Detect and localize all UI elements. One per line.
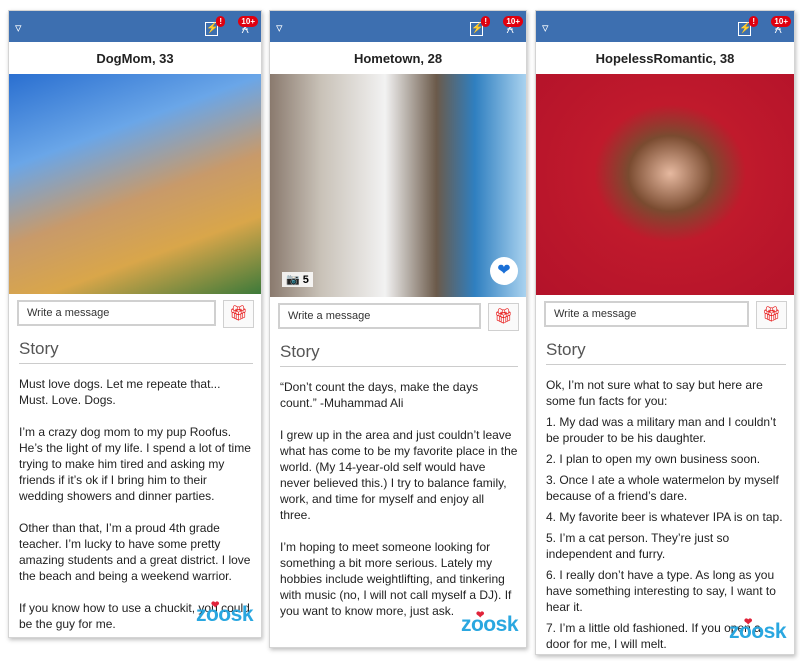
story-paragraph: 4. My favorite beer is whatever IPA is o…: [546, 510, 783, 524]
heart-icon: ❤: [743, 617, 752, 628]
message-input[interactable]: Write a message: [278, 303, 481, 329]
profile-name: HopelessRomantic, 38: [595, 51, 735, 66]
heart-icon[interactable]: ❤: [490, 257, 518, 285]
logo-text: zoosk: [460, 613, 519, 636]
heart-icon: ❤: [210, 600, 219, 611]
zoosk-logo: zoosk ❤: [728, 617, 787, 644]
story-paragraph: “Don’t count the days, make the days cou…: [280, 380, 479, 410]
logo-text: zoosk: [728, 620, 787, 643]
story-paragraph: 6. I really don’t have a type. As long a…: [546, 568, 776, 614]
profile-card: ▿ ⚡ ! ⍲ 10+ Hometown, 28 📷 5 ❤ Write a me…: [269, 10, 527, 648]
story-text: Ok, I’m not sure what to say but here ar…: [546, 377, 786, 657]
story-paragraph: 5. I’m a cat person. They’re just so ind…: [546, 531, 730, 561]
story-paragraph: Other than that, I’m a proud 4th grade t…: [19, 521, 251, 583]
message-input[interactable]: Write a message: [544, 301, 749, 327]
message-placeholder: Write a message: [27, 307, 110, 319]
story-heading: Story: [19, 339, 253, 364]
gift-icon: 🎁︎: [493, 308, 514, 325]
top-bar: ▿ ⚡ ! ⍲ 10+: [270, 11, 526, 42]
story-paragraph: I grew up in the area and just couldn’t …: [280, 428, 518, 522]
filter-icon[interactable]: ▿: [542, 20, 549, 36]
profile-name: DogMom, 33: [96, 51, 174, 66]
filter-icon[interactable]: ▿: [276, 20, 283, 36]
photo-count-value: 5: [302, 274, 309, 286]
zoosk-logo: zoosk ❤: [460, 610, 519, 637]
gift-icon: 🎁︎: [228, 305, 249, 322]
profile-card: ▿ ⚡ ! ⍲ 10+ DogMom, 33 Write a message 🎁…: [8, 10, 262, 638]
gift-button[interactable]: 🎁︎: [756, 301, 787, 329]
bell-badge: 10+: [238, 16, 258, 27]
heart-icon: ❤: [475, 610, 484, 621]
profile-name: Hometown, 28: [353, 51, 443, 66]
story-paragraph: I’m hoping to meet someone looking for s…: [280, 540, 512, 618]
notification-badge: !: [749, 16, 758, 27]
gift-button[interactable]: 🎁︎: [223, 300, 254, 328]
filter-icon[interactable]: ▿: [15, 20, 22, 36]
message-row: Write a message 🎁︎: [536, 301, 794, 329]
message-row: Write a message 🎁︎: [9, 300, 261, 328]
story-paragraph: 1. My dad was a military man and I could…: [546, 415, 777, 445]
message-input[interactable]: Write a message: [17, 300, 216, 326]
story-paragraph: Must love dogs. Let me repeate that... M…: [19, 377, 221, 407]
story-paragraph: I’m a crazy dog mom to my pup Roofus. He…: [19, 425, 251, 503]
profile-photo[interactable]: [9, 74, 261, 294]
message-placeholder: Write a message: [288, 310, 371, 322]
bell-badge: 10+: [771, 16, 791, 27]
story-paragraph: Ok, I’m not sure what to say but here ar…: [546, 378, 763, 408]
gift-button[interactable]: 🎁︎: [488, 303, 519, 331]
gift-icon: 🎁︎: [761, 306, 782, 323]
story-heading: Story: [280, 342, 518, 367]
photo-count[interactable]: 📷 5: [282, 272, 313, 287]
top-bar: ▿ ⚡ ! ⍲ 10+: [9, 11, 261, 42]
profile-photo[interactable]: 📷 5 ❤: [270, 74, 526, 297]
zoosk-logo: zoosk ❤: [195, 600, 254, 627]
story-paragraph: 3. Once I ate a whole watermelon by myse…: [546, 473, 779, 503]
message-row: Write a message 🎁︎: [270, 303, 526, 331]
logo-text: zoosk: [195, 603, 254, 626]
notification-badge: !: [216, 16, 225, 27]
message-placeholder: Write a message: [554, 308, 637, 320]
notification-badge: !: [481, 16, 490, 27]
profile-photo[interactable]: [536, 74, 794, 295]
camera-icon: 📷: [286, 274, 300, 286]
story-text: “Don’t count the days, make the days cou…: [280, 379, 518, 635]
story-paragraph: 2. I plan to open my own business soon.: [546, 452, 761, 466]
bell-badge: 10+: [503, 16, 523, 27]
top-bar: ▿ ⚡ ! ⍲ 10+: [536, 11, 794, 42]
story-heading: Story: [546, 340, 786, 365]
profile-card: ▿ ⚡ ! ⍲ 10+ HopelessRomantic, 38 Write a…: [535, 10, 795, 655]
